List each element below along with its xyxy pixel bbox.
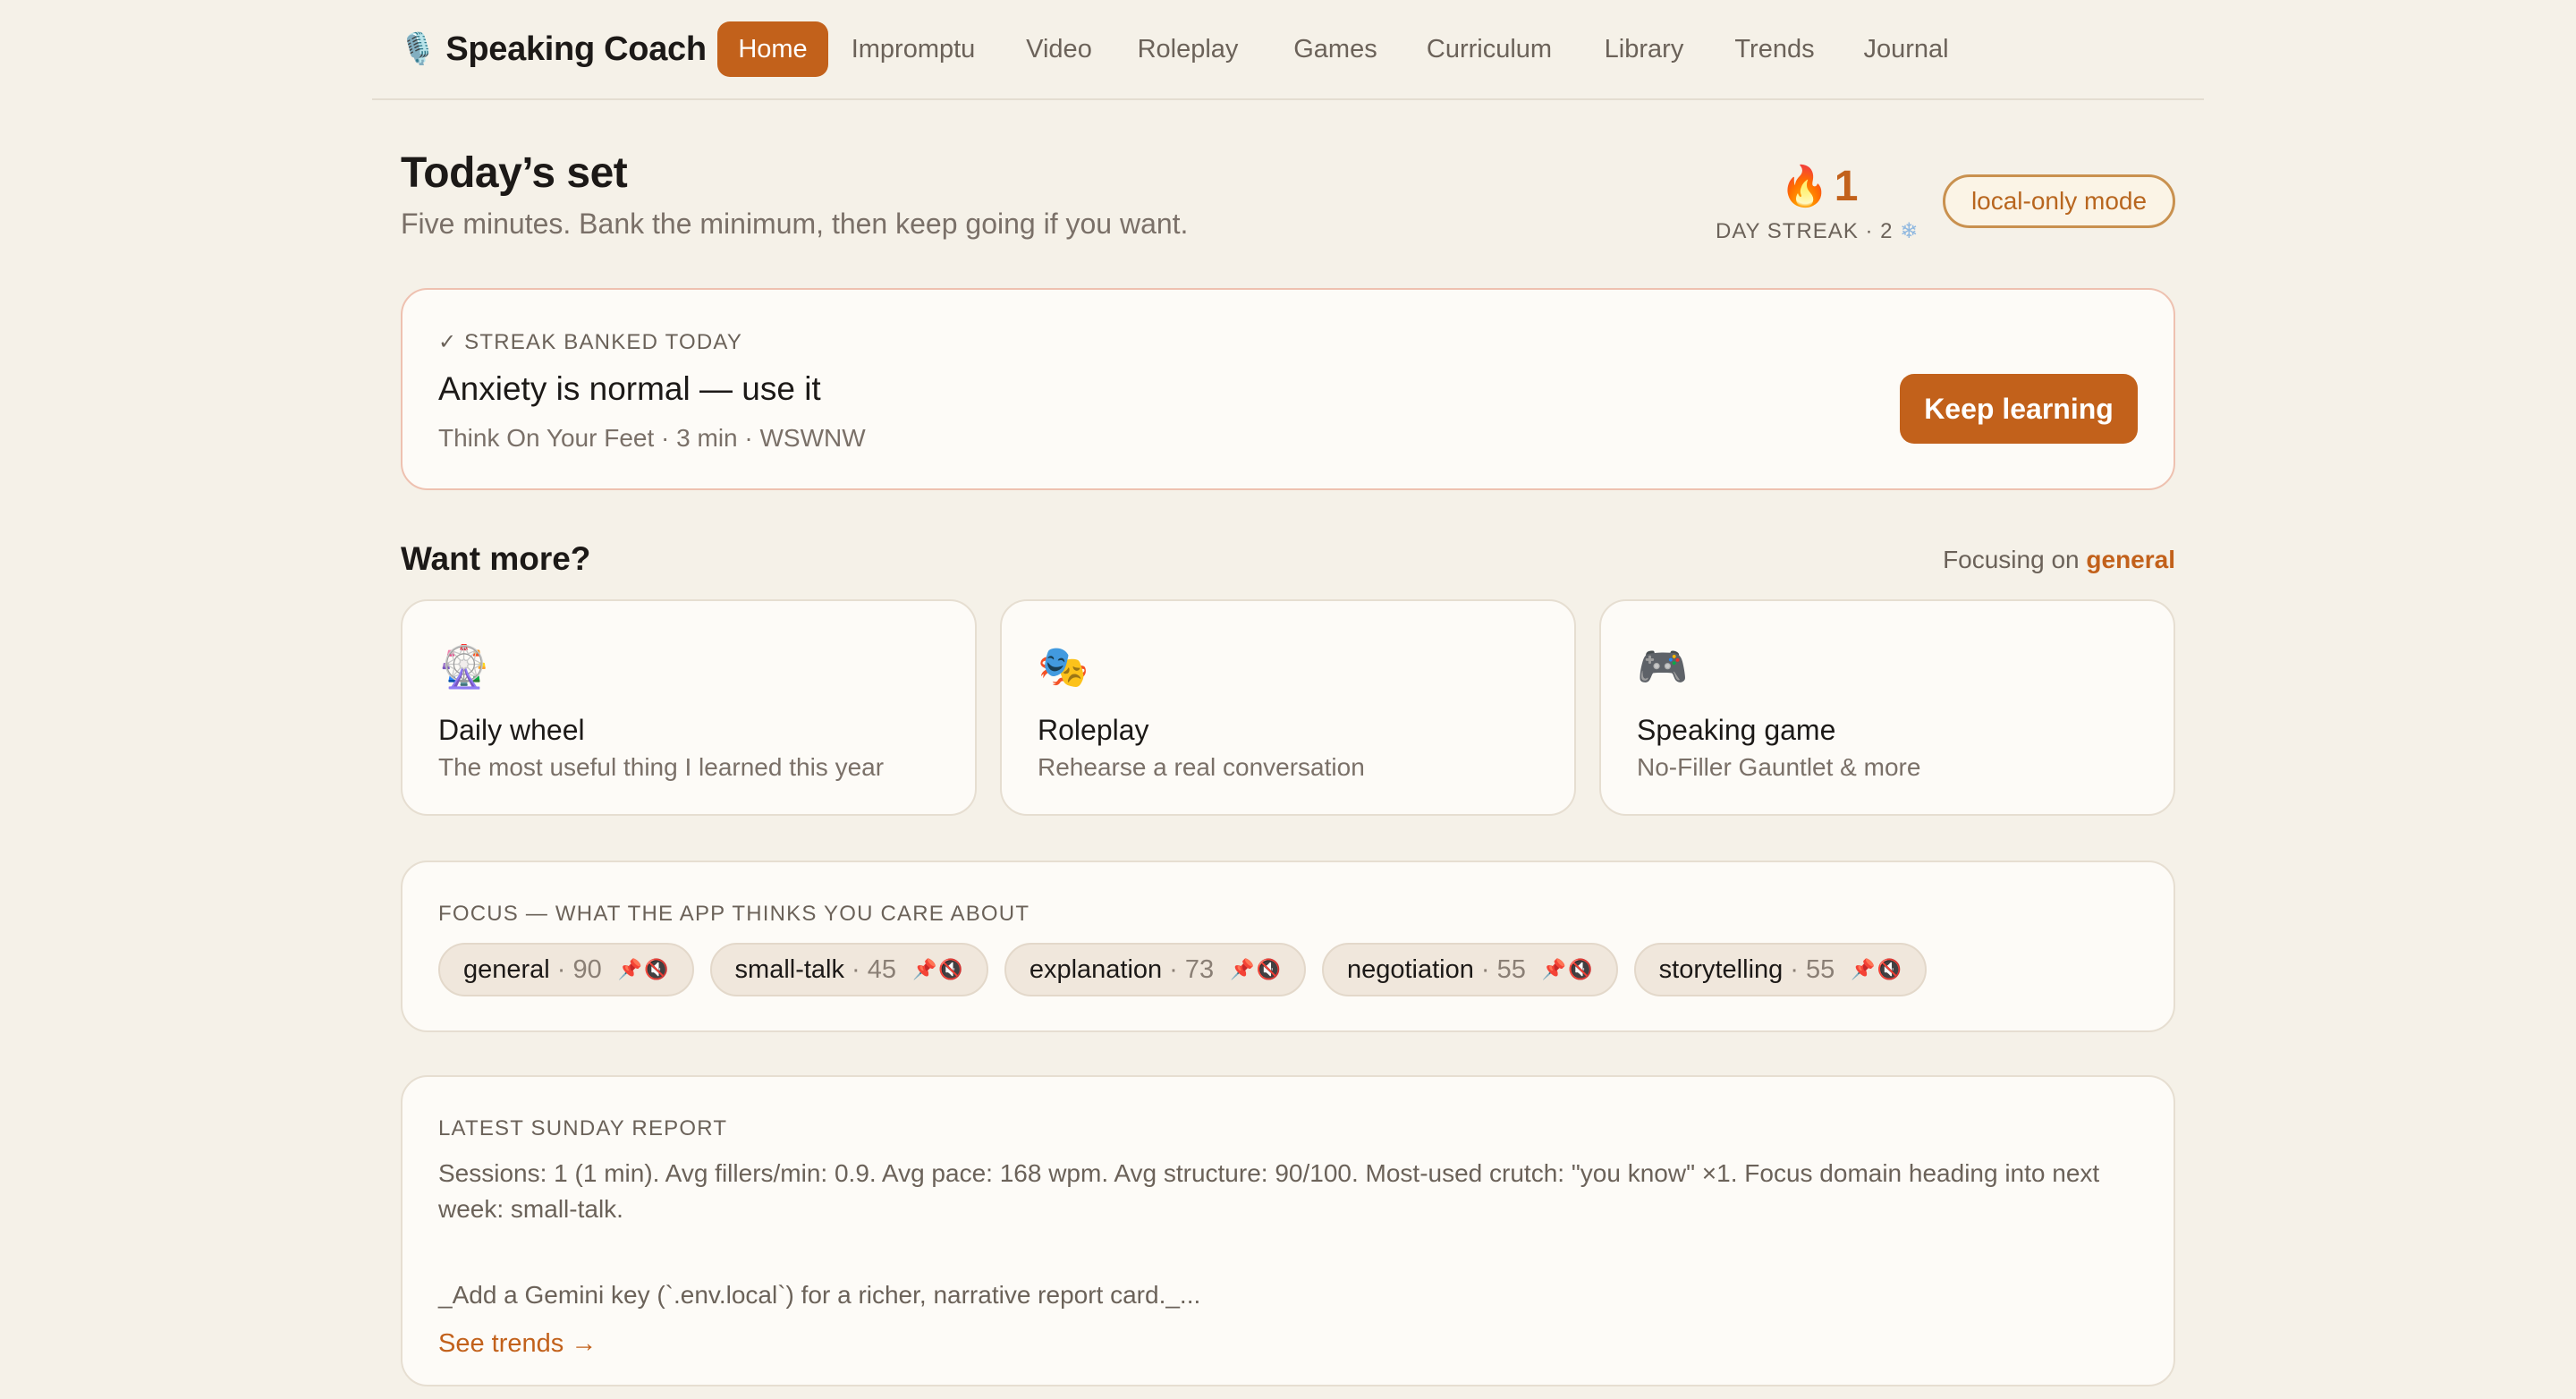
tile-description: The most useful thing I learned this yea…: [438, 753, 885, 781]
microphone-icon: 🎙️: [399, 32, 437, 66]
chip-label: small-talk: [734, 954, 845, 984]
focusing-prefix: Focusing on: [1943, 546, 2080, 573]
streak-count: 1: [1834, 162, 1859, 210]
mode-badge[interactable]: local-only mode: [1943, 174, 2175, 228]
streak-counter: 🔥 1: [1780, 161, 1859, 211]
chip-score: · 55: [1790, 954, 1835, 984]
chip-label: general: [463, 954, 550, 984]
focus-chips: general · 90 📌 🔇 small-talk · 45 📌 🔇 exp…: [438, 943, 1928, 996]
want-more-heading: Want more?: [401, 540, 591, 577]
top-nav: 🎙️ Speaking Coach Home Impromptu Video R…: [372, 0, 2204, 100]
focus-chip-explanation[interactable]: explanation · 73 📌 🔇: [1004, 943, 1306, 996]
lesson-meta: Think On Your Feet · 3 min · WSWNW: [438, 424, 866, 452]
tile-title: Speaking game: [1637, 714, 1836, 746]
chip-score: · 45: [852, 954, 896, 984]
streak-banked-card: ✓ STREAK BANKED TODAY Anxiety is normal …: [401, 288, 2175, 490]
sunday-report-card: LATEST SUNDAY REPORT Sessions: 1 (1 min)…: [401, 1075, 2175, 1386]
tile-title: Roleplay: [1038, 714, 1149, 746]
pin-icon[interactable]: 📌: [1542, 958, 1566, 981]
nav-library[interactable]: Library: [1599, 21, 1689, 77]
tile-speaking-game[interactable]: 🎮 Speaking game No-Filler Gauntlet & mor…: [1599, 599, 2175, 816]
streak-label: DAY STREAK · 2 ❄: [1716, 218, 1919, 244]
focusing-value: general: [2086, 546, 2175, 573]
snowflake-icon: ❄: [1900, 219, 1919, 243]
pin-icon[interactable]: 📌: [1851, 958, 1875, 981]
nav-games[interactable]: Games: [1292, 21, 1379, 77]
focus-chip-negotiation[interactable]: negotiation · 55 📌 🔇: [1321, 943, 1618, 996]
tile-roleplay[interactable]: 🎭 Roleplay Rehearse a real conversation: [1000, 599, 1576, 816]
chip-score: · 55: [1480, 954, 1526, 984]
tile-title: Daily wheel: [438, 714, 585, 746]
app-name: Speaking Coach: [445, 30, 707, 68]
focusing-label: Focusing on general: [1943, 546, 2175, 574]
banked-eyebrow: ✓ STREAK BANKED TODAY: [438, 330, 743, 354]
pin-icon[interactable]: 📌: [618, 958, 642, 981]
see-trends-link[interactable]: See trends →: [438, 1329, 597, 1359]
keep-learning-button[interactable]: Keep learning: [1900, 374, 2138, 444]
nav-curriculum[interactable]: Curriculum: [1422, 21, 1556, 77]
theater-masks-icon: 🎭: [1038, 643, 1089, 690]
chip-score: · 73: [1169, 954, 1215, 984]
page: 🎙️ Speaking Coach Home Impromptu Video R…: [0, 0, 2576, 1399]
page-title: Today’s set: [401, 149, 628, 197]
focus-card: FOCUS — WHAT THE APP THINKS YOU CARE ABO…: [401, 861, 2175, 1032]
nav-trends[interactable]: Trends: [1730, 21, 1819, 77]
flame-icon: 🔥: [1780, 165, 1829, 208]
focus-eyebrow: FOCUS — WHAT THE APP THINKS YOU CARE ABO…: [438, 902, 1030, 926]
focus-chip-general[interactable]: general · 90 📌 🔇: [438, 943, 694, 996]
page-subtitle: Five minutes. Bank the minimum, then kee…: [401, 208, 1189, 240]
tile-description: Rehearse a real conversation: [1038, 753, 1365, 781]
chip-score: · 90: [556, 954, 602, 984]
mute-icon[interactable]: 🔇: [938, 958, 962, 981]
chip-label: negotiation: [1346, 954, 1474, 984]
tile-description: No-Filler Gauntlet & more: [1637, 753, 1921, 781]
mute-icon[interactable]: 🔇: [1568, 958, 1592, 981]
nav-roleplay[interactable]: Roleplay: [1136, 21, 1240, 77]
tile-daily-wheel[interactable]: 🎡 Daily wheel The most useful thing I le…: [401, 599, 977, 816]
mute-icon[interactable]: 🔇: [644, 958, 668, 981]
focus-chip-storytelling[interactable]: storytelling · 55 📌 🔇: [1633, 943, 1928, 996]
ferris-wheel-icon: 🎡: [438, 643, 490, 690]
report-summary: Sessions: 1 (1 min). Avg fillers/min: 0.…: [438, 1159, 2100, 1223]
nav-impromptu[interactable]: Impromptu: [846, 21, 980, 77]
focus-chip-small-talk[interactable]: small-talk · 45 📌 🔇: [709, 943, 988, 996]
brand[interactable]: 🎙️ Speaking Coach: [399, 27, 707, 72]
pin-icon[interactable]: 📌: [1230, 958, 1254, 981]
nav-journal[interactable]: Journal: [1859, 21, 1953, 77]
chip-label: storytelling: [1658, 954, 1784, 984]
report-eyebrow: LATEST SUNDAY REPORT: [438, 1116, 728, 1140]
nav-video[interactable]: Video: [1023, 21, 1095, 77]
mute-icon[interactable]: 🔇: [1877, 958, 1902, 981]
report-note: _Add a Gemini key (`.env.local`) for a r…: [438, 1281, 1201, 1309]
game-controller-icon: 🎮: [1637, 643, 1689, 690]
mute-icon[interactable]: 🔇: [1257, 958, 1281, 981]
chip-label: explanation: [1029, 954, 1163, 984]
lesson-title: Anxiety is normal — use it: [438, 370, 821, 407]
pin-icon[interactable]: 📌: [912, 958, 936, 981]
nav-home[interactable]: Home: [717, 21, 828, 77]
streak-label-text: DAY STREAK · 2: [1716, 219, 1894, 243]
